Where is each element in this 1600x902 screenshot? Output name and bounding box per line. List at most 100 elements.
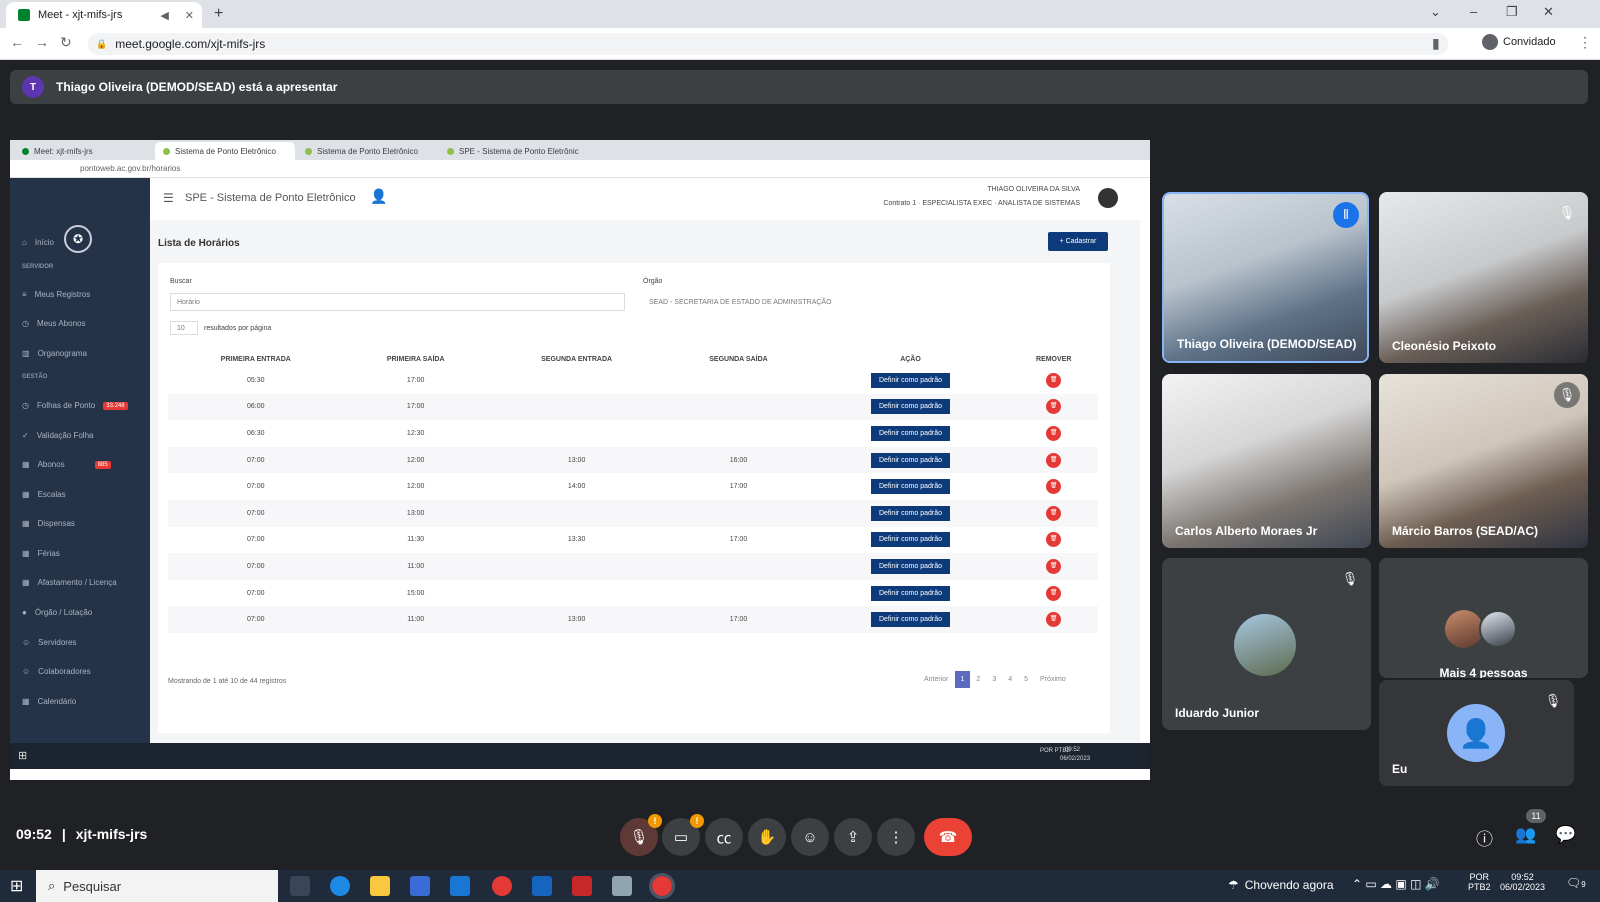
table-cell	[487, 499, 666, 527]
mic-off-icon: 🎙	[1558, 205, 1576, 220]
sidebar-label: Folhas de Ponto	[36, 401, 96, 410]
warning-icon: !	[648, 814, 662, 828]
participant-video	[1162, 374, 1371, 548]
tool-app-icon[interactable]	[612, 876, 632, 896]
people-icon[interactable]: 👥	[1515, 825, 1536, 845]
definir-padrao-button: Definir como padrão	[870, 399, 951, 415]
raise-hand-button[interactable]: ✋	[748, 818, 786, 856]
mail-icon[interactable]	[450, 876, 470, 896]
menu-icon[interactable]: ⋮	[1578, 34, 1592, 51]
close-tab-icon[interactable]: ✕	[185, 9, 194, 22]
self-tile[interactable]: 🎙 👤 Eu	[1379, 680, 1574, 786]
reload-icon[interactable]: ↻	[60, 34, 72, 51]
sidebar-item-dispensas: ▦ Dispensas	[22, 519, 75, 528]
definir-padrao-button: Definir como padrão	[870, 612, 951, 628]
table-cell: 11:30	[407, 536, 425, 544]
tray-icons[interactable]: ⌃ ▭ ☁ ▣ ◫ 🔊	[1352, 877, 1440, 891]
outlook-icon[interactable]	[532, 876, 552, 896]
taskbar-search[interactable]: ⌕ Pesquisar	[36, 870, 278, 902]
action-cell: Definir como padrão	[811, 499, 1010, 527]
table-cell: 11:00	[343, 553, 488, 580]
restore-icon[interactable]: ❐	[1506, 4, 1518, 20]
mic-off-icon: 🎙	[1544, 693, 1562, 708]
participant-avatar	[1479, 610, 1517, 648]
meeting-time: 09:52	[16, 826, 52, 842]
chat-icon[interactable]: 💬	[1555, 825, 1576, 845]
sidebar-label: Validação Folha	[36, 431, 94, 440]
spe-header: ☰ SPE - Sistema de Ponto Eletrônico 👤 TH…	[150, 178, 1140, 220]
forward-icon[interactable]: →	[35, 34, 49, 50]
table-cell	[487, 393, 666, 421]
table-row: 07:00 11:00 13:00 17:00 Definir como padrão 🗑	[168, 606, 1098, 633]
per-page-select: 10	[170, 321, 198, 335]
participant-tile[interactable]: 🎙 Cleonésio Peixoto	[1379, 192, 1588, 363]
presenting-text: Thiago Oliveira (DEMOD/SEAD) está a apre…	[56, 80, 338, 94]
sidebar-item-meus-registros: ≡ Meus Registros	[22, 290, 90, 299]
camera-off-icon: ▭	[673, 829, 689, 846]
mic-off-icon: 🎙	[629, 829, 649, 846]
present-button[interactable]: ⇪	[834, 818, 872, 856]
camera-toggle-button[interactable]: ▭!	[662, 814, 704, 856]
tray-date: 06/02/2023	[1500, 882, 1546, 892]
sidebar-item-afastamento: ▦ Afastamento / Licença	[22, 578, 117, 587]
participant-name: Thiago Oliveira (DEMOD/SEAD)	[1177, 337, 1357, 351]
reactions-button[interactable]: ☺	[791, 818, 829, 856]
tray-clock[interactable]: 09:52 06/02/2023	[1500, 872, 1545, 892]
chat-app-icon[interactable]	[572, 876, 592, 896]
meeting-details-icon[interactable]: ⓘ	[1476, 825, 1493, 850]
horarios-table: PRIMEIRA ENTRADA PRIMEIRA SAÍDA SEGUNDA …	[168, 351, 1098, 633]
more-options-button[interactable]: ⋮	[877, 818, 915, 856]
edge-icon[interactable]	[330, 876, 350, 896]
browser-tab-meet[interactable]: Meet - xjt-mifs-jrs ◀ ✕	[6, 2, 202, 28]
close-window-icon[interactable]: ✕	[1543, 4, 1554, 20]
participant-tile[interactable]: ⦀ Thiago Oliveira (DEMOD/SEAD)	[1162, 192, 1369, 363]
lang-line-1: POR	[1469, 872, 1490, 882]
tray-language[interactable]: POR PTB2	[1468, 872, 1491, 892]
notifications-button[interactable]: 🗨9	[1566, 876, 1586, 890]
back-icon[interactable]: ←	[10, 34, 24, 50]
participant-tile[interactable]: 🎙 Márcio Barros (SEAD/AC)	[1379, 374, 1588, 548]
presenting-banner: T Thiago Oliveira (DEMOD/SEAD) está a ap…	[10, 70, 1588, 104]
side-panel-icon[interactable]: ▮	[1432, 35, 1440, 52]
leave-call-button[interactable]: ☎	[924, 818, 972, 856]
chrome-active-icon[interactable]	[649, 873, 675, 899]
table-cell: 17:00	[406, 376, 425, 384]
file-explorer-icon[interactable]	[370, 876, 390, 896]
chrome-icon[interactable]	[492, 876, 512, 896]
shared-tab-label: Sistema de Ponto Eletrônico	[317, 146, 418, 156]
new-tab-button[interactable]: +	[214, 5, 223, 23]
trash-icon: 🗑	[1046, 505, 1062, 521]
task-view-icon[interactable]	[290, 876, 310, 896]
sidebar-label: Organograma	[37, 349, 87, 358]
table-cell	[488, 367, 665, 394]
mic-toggle-button[interactable]: 🎙!	[620, 814, 662, 856]
participant-tile[interactable]: 🎙 Iduardo Junior	[1162, 558, 1371, 730]
participant-name: Márcio Barros (SEAD/AC)	[1392, 524, 1539, 538]
users-icon: ☺	[22, 667, 31, 676]
favicon-icon	[163, 147, 170, 155]
captions-button[interactable]: ㏄	[705, 818, 743, 856]
weather-widget[interactable]: ☂ Chovendo agora	[1228, 878, 1334, 892]
omnibox[interactable]: 🔒 meet.google.com/xjt-mifs-jrs	[88, 33, 1448, 55]
speaker-icon[interactable]: ◀	[160, 9, 168, 22]
notification-icon: 🗨	[1566, 876, 1582, 890]
participant-tile[interactable]: Carlos Alberto Moraes Jr	[1162, 374, 1371, 548]
more-people-label: Mais 4 pessoas	[1439, 666, 1528, 678]
more-people-tile[interactable]: Mais 4 pessoas	[1379, 558, 1588, 678]
table-cell: 05:30	[246, 376, 265, 384]
windows-start-icon[interactable]: ⊞	[10, 876, 23, 896]
column-header: PRIMEIRA SAÍDA	[386, 355, 445, 363]
store-icon[interactable]	[410, 876, 430, 896]
users-icon: ☺	[22, 638, 31, 647]
remove-cell: 🗑	[1009, 393, 1098, 421]
column-header: AÇÃO	[900, 355, 921, 363]
action-cell: Definir como padrão	[812, 367, 1010, 394]
column-header: REMOVER	[1035, 355, 1072, 363]
tab-title: Meet - xjt-mifs-jrs	[38, 9, 123, 21]
table-cell	[665, 580, 811, 607]
minimize-icon[interactable]: –	[1470, 4, 1477, 19]
column-header: PRIMEIRA ENTRADA	[220, 355, 291, 363]
sidebar-label: Servidores	[38, 638, 77, 647]
profile-button[interactable]: Convidado	[1482, 34, 1556, 50]
tab-search-icon[interactable]: ⌄	[1430, 4, 1441, 20]
